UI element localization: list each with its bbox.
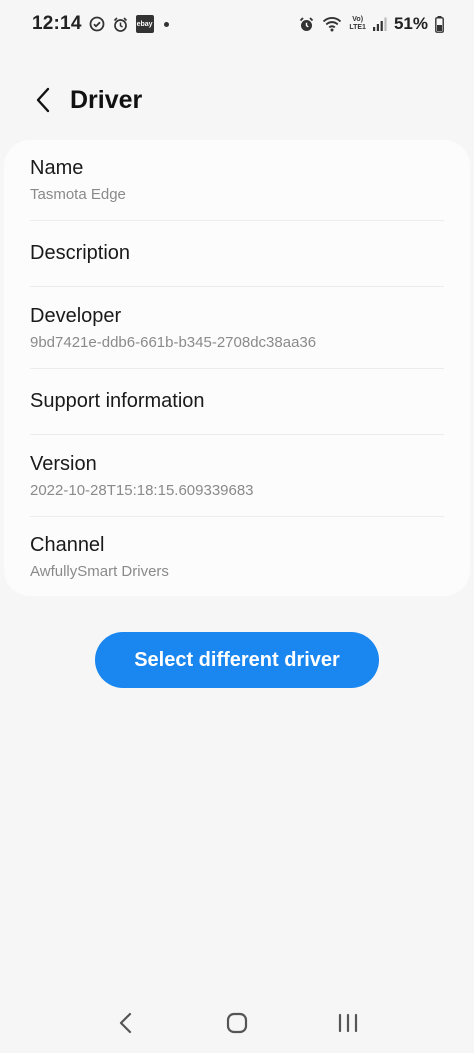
nav-recents-button[interactable] — [324, 999, 372, 1047]
detail-row-description[interactable]: Description — [30, 220, 444, 286]
detail-label: Channel — [30, 533, 105, 556]
detail-value: 2022-10-28T15:18:15.609339683 — [30, 481, 254, 499]
detail-value: Tasmota Edge — [30, 186, 126, 203]
alarm-icon — [112, 16, 129, 33]
status-time: 12:14 — [32, 13, 82, 34]
chevron-left-icon — [36, 87, 50, 113]
detail-label: Support information — [30, 390, 205, 412]
detail-value: AwfullySmart Drivers — [30, 562, 169, 580]
alarm-clock-icon — [298, 16, 315, 33]
check-circle-icon — [89, 16, 105, 32]
wifi-icon — [322, 16, 342, 32]
battery-icon — [435, 15, 444, 33]
detail-row-developer[interactable]: Developer 9bd7421e-ddb6-661b-b345-2708dc… — [30, 286, 444, 368]
volte-lte-indicator: Vo) LTE1 — [349, 16, 366, 32]
detail-row-channel[interactable]: Channel AwfullySmart Drivers — [30, 516, 444, 596]
volte-label: Vo) — [352, 16, 364, 23]
detail-row-name[interactable]: Name Tasmota Edge — [30, 140, 444, 220]
navigation-bar — [0, 993, 474, 1053]
detail-row-support-information[interactable]: Support information — [30, 368, 444, 434]
detail-row-version[interactable]: Version 2022-10-28T15:18:15.609339683 — [30, 434, 444, 516]
lte-label: LTE1 — [349, 24, 366, 31]
detail-label: Description — [30, 242, 131, 264]
nav-back-icon — [119, 1012, 131, 1034]
detail-label: Developer — [30, 304, 122, 327]
ebay-app-icon: ebay — [135, 15, 154, 33]
driver-screen: 12:14 ebay Vo) LTE1 51% Driver Name Tasm… — [0, 0, 474, 1053]
status-right: Vo) LTE1 51% — [298, 14, 444, 34]
status-left: 12:14 ebay — [32, 13, 169, 35]
app-header: Driver — [0, 72, 474, 128]
nav-back-button[interactable] — [102, 999, 150, 1047]
select-different-driver-button[interactable]: Select different driver — [95, 632, 379, 688]
page-title: Driver — [70, 85, 143, 114]
battery-percentage: 51% — [393, 14, 428, 33]
detail-label: Name — [30, 157, 84, 179]
nav-home-button[interactable] — [213, 999, 261, 1047]
status-bar: 12:14 ebay Vo) LTE1 51% — [0, 0, 474, 48]
nav-recents-icon — [339, 1013, 358, 1033]
detail-label: Version — [30, 452, 97, 475]
nav-home-icon — [226, 1012, 248, 1034]
detail-value: 9bd7421e-ddb6-661b-b345-2708dc38aa36 — [30, 333, 317, 351]
signal-strength-icon — [372, 17, 387, 31]
more-notifications-dot-icon — [163, 21, 169, 27]
back-button[interactable] — [22, 78, 66, 122]
driver-details-card: Name Tasmota Edge Description Developer … — [4, 140, 470, 596]
